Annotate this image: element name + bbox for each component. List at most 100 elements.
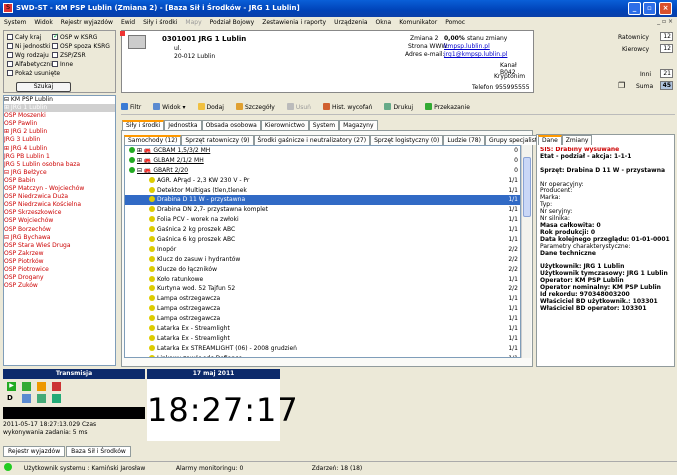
table-row[interactable]: Inopór 2/2 (125, 245, 520, 255)
document-icon[interactable] (22, 394, 31, 403)
list-icon[interactable] (37, 394, 46, 403)
toolbar-button-1[interactable]: Widok ▾ (153, 103, 191, 111)
tree-item[interactable]: OSP Borzechów (4, 226, 115, 234)
tab-0[interactable]: Siły i środki (122, 120, 165, 130)
tab-3[interactable]: Kierownictwo (260, 120, 309, 130)
toolbar-button-3[interactable]: Szczegóły (235, 103, 281, 111)
table-row[interactable]: Drabina D 11 W - przystawna 1/1 (125, 195, 520, 206)
table-row[interactable]: Latarka Ex - Streamlight 1/1 (125, 334, 520, 344)
subtab-2[interactable]: Środki gaśnicze i neutralizatory (27) (253, 135, 371, 145)
subtab-3[interactable]: Sprzęt logistyczny (0) (370, 135, 444, 145)
checkbox-icon[interactable] (7, 70, 13, 76)
filter-checkbox-4[interactable]: Wg rodzaju (7, 52, 49, 59)
download-icon[interactable] (37, 382, 46, 391)
toolbar-button-0[interactable]: Filtr (121, 103, 147, 111)
tree-item[interactable]: OSP Pawlin (4, 120, 115, 128)
table-row[interactable]: ⊞ 🚒 GLBAM 2/1/2 MH 0 (125, 156, 520, 166)
close-button[interactable]: × (659, 2, 672, 15)
table-row[interactable]: Lampa ostrzegawcza 1/1 (125, 294, 520, 304)
maximize-button[interactable]: ▫ (643, 2, 656, 15)
window-tab-0[interactable]: Rejestr wyjazdów (3, 446, 66, 457)
menu-item-1[interactable]: Widok (30, 17, 56, 26)
unit-tree[interactable]: ⊟ KM PSP Lublin ⊞ JRG 1 Lublin OSP Moszen… (3, 95, 116, 366)
tree-item[interactable]: OSP Matczyn - Wojciechów (4, 185, 115, 193)
detail-tab-1[interactable]: Zmiany (561, 135, 593, 145)
checkbox-icon[interactable] (52, 52, 58, 58)
tree-item[interactable]: JRG 5 Lublin osobna baza (4, 161, 115, 169)
menu-item-3[interactable]: Ewid (117, 17, 139, 26)
filter-checkbox-6[interactable]: Alfabetycznie (7, 61, 56, 68)
toolbar-button-4[interactable]: Usuń (286, 103, 317, 111)
menu-item-11[interactable]: Pomoc (441, 17, 469, 26)
tree-item[interactable]: ⊞ JRG 2 Lublin (4, 128, 115, 136)
table-row[interactable]: Folia PCV - worek na zwłoki 1/1 (125, 215, 520, 225)
subtab-4[interactable]: Ludzie (78) (443, 135, 485, 145)
www-link[interactable]: kmpsp.lublin.pl (444, 43, 490, 50)
checkbox-icon[interactable] (7, 34, 13, 40)
scrollbar-thumb[interactable] (523, 157, 531, 217)
menu-item-7[interactable]: Zestawienia i raporty (258, 17, 330, 26)
table-row[interactable]: Gaśnica 6 kg proszek ABC 1/1 (125, 235, 520, 245)
detail-tab-0[interactable]: Dane (538, 135, 562, 145)
table-row[interactable]: Gaśnica 2 kg proszek ABC 1/1 (125, 225, 520, 235)
tree-item[interactable]: JRG 3 Lublin (4, 136, 115, 144)
subtab-0[interactable]: Samochody (12) (124, 135, 182, 145)
d-icon[interactable]: D (7, 394, 16, 403)
filter-checkbox-8[interactable]: Pokaż usunięte (7, 70, 60, 77)
tree-item[interactable]: OSP Zuków (4, 282, 115, 290)
table-row[interactable]: Koło ratunkowe 1/1 (125, 275, 520, 285)
tree-item[interactable]: OSP Niedrzwica Duża (4, 193, 115, 201)
table-row[interactable]: Detektor Multigas (tlen,tlenek 1/1 (125, 186, 520, 196)
network-icon[interactable] (52, 394, 61, 403)
table-row[interactable]: ⊞ 🚒 GCBAM 1,5/3/2 MH 0 (125, 146, 520, 156)
menu-item-5[interactable]: Mapy (181, 17, 205, 26)
menu-item-10[interactable]: Komunikator (395, 17, 441, 26)
tree-item[interactable]: OSP Drogany (4, 274, 115, 282)
table-row[interactable]: AGR. APrąd - 2,3 KW 230 V - Pr 1/1 (125, 176, 520, 186)
tree-item[interactable]: OSP Piotrowice (4, 266, 115, 274)
tree-item[interactable]: OSP Zakrzew (4, 250, 115, 258)
window-tab-1[interactable]: Baza Sił i Środków (66, 446, 131, 457)
filter-checkbox-0[interactable]: Cały kraj (7, 34, 41, 41)
checkbox-icon[interactable] (7, 52, 13, 58)
filter-checkbox-1[interactable]: OSP w KSRG (52, 32, 97, 41)
checkbox-icon[interactable] (52, 43, 58, 49)
table-row[interactable]: Kurtyna wod. 52 Tajfun 52 2/2 (125, 284, 520, 294)
tree-item[interactable]: OSP Niedrzwica Kościelna (4, 201, 115, 209)
tree-item[interactable]: OSP Skrzeszkowice (4, 209, 115, 217)
tree-item[interactable]: OSP Wojciechów (4, 217, 115, 225)
checkbox-icon[interactable] (52, 32, 59, 40)
menu-item-2[interactable]: Rejestr wyjazdów (57, 17, 117, 26)
tree-item[interactable]: OSP Moszenki (4, 112, 115, 120)
toolbar-button-2[interactable]: Dodaj (197, 103, 230, 111)
tree-item[interactable]: ⊟ JRG Bełżyce (4, 169, 115, 177)
checkbox-icon[interactable] (7, 43, 13, 49)
filter-checkbox-5[interactable]: ZSP/ZSR (52, 52, 86, 59)
toolbar-button-6[interactable]: Drukuj (384, 103, 419, 111)
refresh-icon[interactable] (22, 382, 31, 391)
table-row[interactable]: Linkowy zawór odc.Defiance 1/1 (125, 354, 520, 357)
equipment-list[interactable]: ⊞ 🚒 GCBAM 1,5/3/2 MH 0 ⊞ 🚒 GLBAM 2/1/2 MH 0… (124, 145, 521, 358)
tree-item[interactable]: ⊞ JRG 4 Lublin (4, 145, 115, 153)
tree-item[interactable]: OSP Babin (4, 177, 115, 185)
toolbar-button-7[interactable]: Przekazanie (425, 103, 476, 111)
email-link[interactable]: jrg1@kmpsp.lublin.pl (444, 51, 507, 58)
checkbox-icon[interactable] (7, 61, 13, 67)
tab-4[interactable]: System (308, 120, 340, 130)
table-row[interactable]: Klucz do zasuw i hydrantów 2/2 (125, 255, 520, 265)
minimize-button[interactable]: _ (628, 2, 641, 15)
tab-2[interactable]: Obsada osobowa (201, 120, 261, 130)
table-row[interactable]: Lampa ostrzegawcza 1/1 (125, 314, 520, 324)
table-row[interactable]: ⊟ 🚒 GBARt 2/20 0 (125, 166, 520, 176)
table-row[interactable]: Lampa ostrzegawcza 1/1 (125, 304, 520, 314)
table-row[interactable]: Latarka Ex - Streamlight 1/1 (125, 324, 520, 334)
stop-icon[interactable] (52, 382, 61, 391)
tab-5[interactable]: Magazyny (339, 120, 378, 130)
menu-item-4[interactable]: Siły i środki (139, 17, 181, 26)
list-scrollbar[interactable] (521, 145, 531, 358)
subtab-1[interactable]: Sprzęt ratowniczy (9) (181, 135, 254, 145)
tree-item[interactable]: OSP Stara Wieś Druga (4, 242, 115, 250)
search-button[interactable]: Szukaj (16, 82, 71, 92)
table-row[interactable]: Klucze do łączników 2/2 (125, 265, 520, 275)
menu-item-8[interactable]: Urządzenia (330, 17, 371, 26)
